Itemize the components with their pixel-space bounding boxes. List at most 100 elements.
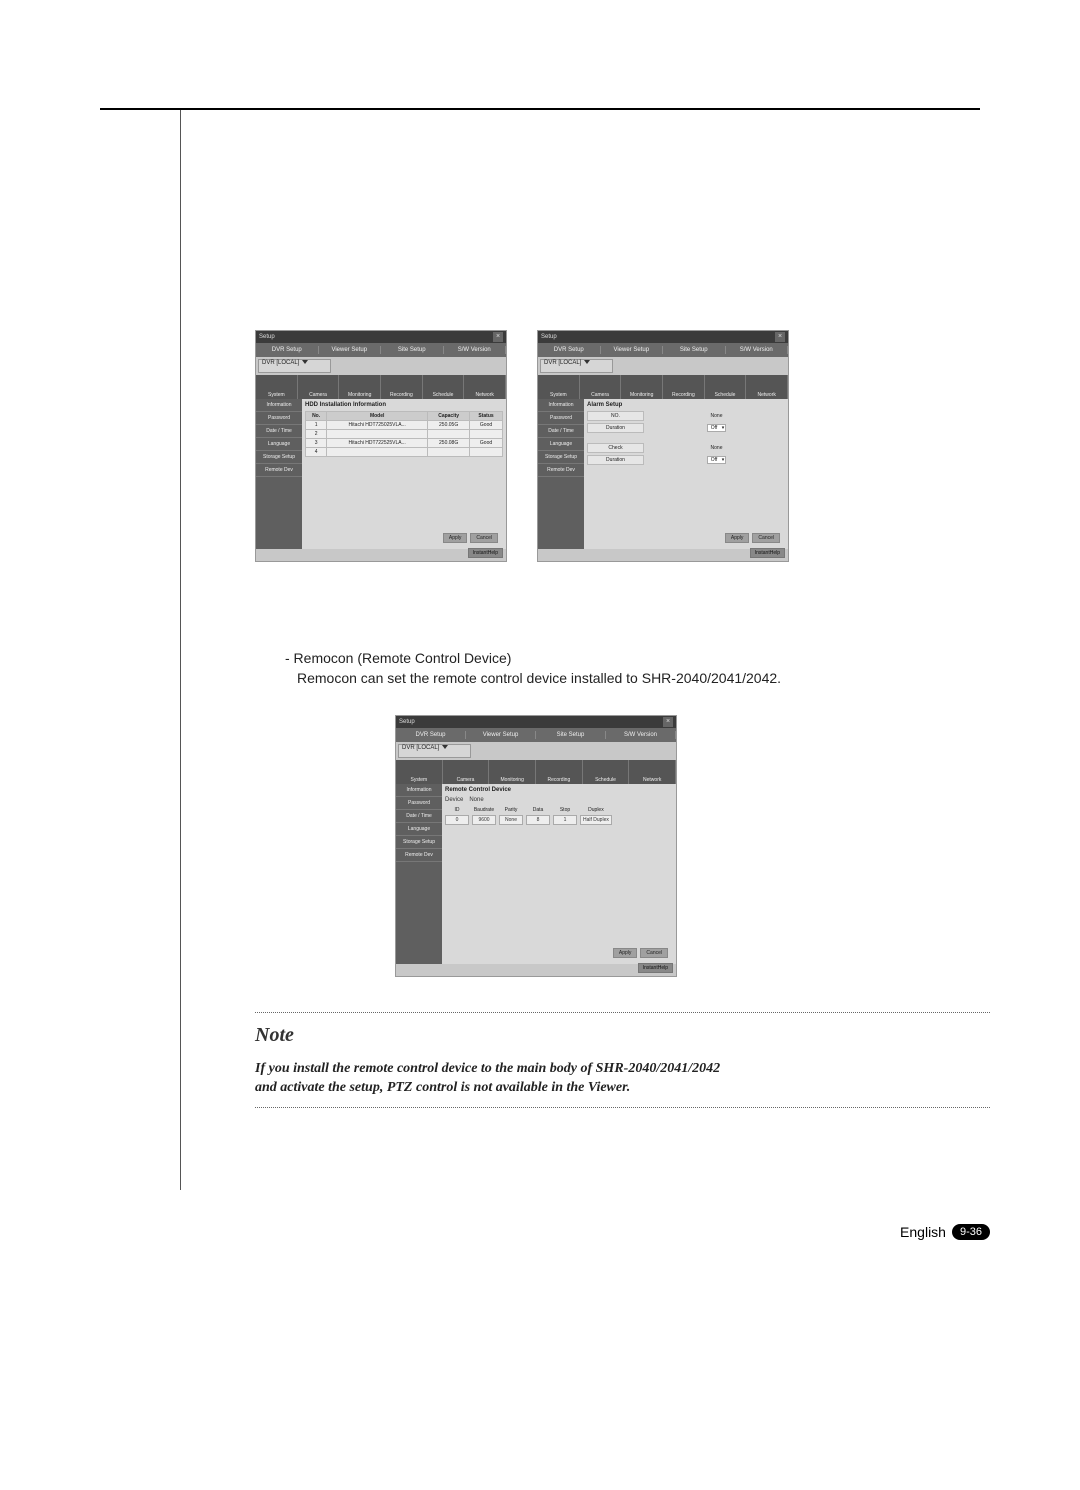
window-title: Setup bbox=[541, 334, 557, 340]
close-icon[interactable]: × bbox=[493, 332, 503, 342]
side-datetime[interactable]: Date / Time bbox=[538, 425, 584, 438]
data-select[interactable]: 8 bbox=[526, 815, 550, 825]
main-tabbar[interactable]: DVR Setup Viewer Setup Site Setup S/W Ve… bbox=[538, 343, 788, 357]
instant-help-button[interactable]: InstantHelp bbox=[638, 963, 673, 973]
alarm-check-value: None bbox=[648, 443, 785, 453]
instant-help-button[interactable]: InstantHelp bbox=[750, 548, 785, 558]
tab-sw-version[interactable]: S/W Version bbox=[726, 346, 789, 354]
remocon-desc: Remocon can set the remote control devic… bbox=[297, 668, 781, 688]
side-information[interactable]: Information bbox=[538, 399, 584, 412]
side-nav[interactable]: Information Password Date / Time Languag… bbox=[256, 399, 302, 549]
parity-select[interactable]: None bbox=[499, 815, 523, 825]
cancel-button[interactable]: Cancel bbox=[640, 948, 668, 958]
alarm-no-label: NO. bbox=[587, 411, 644, 421]
apply-button[interactable]: Apply bbox=[443, 533, 468, 543]
duration-select[interactable]: Off bbox=[707, 456, 727, 464]
id-select[interactable]: 0 bbox=[445, 815, 469, 825]
cat-network[interactable]: Network bbox=[464, 375, 506, 399]
side-nav[interactable]: Information Password Date / Time Languag… bbox=[538, 399, 584, 549]
cat-system[interactable]: System bbox=[396, 760, 443, 784]
side-language[interactable]: Language bbox=[396, 823, 442, 836]
side-language[interactable]: Language bbox=[538, 438, 584, 451]
tab-dvr-setup[interactable]: DVR Setup bbox=[538, 346, 601, 354]
tab-site-setup[interactable]: Site Setup bbox=[381, 346, 444, 354]
note-heading: Note bbox=[255, 1024, 294, 1047]
alarm-no-value: None bbox=[648, 411, 785, 421]
tab-viewer-setup[interactable]: Viewer Setup bbox=[466, 731, 536, 739]
baudrate-select[interactable]: 9600 bbox=[472, 815, 496, 825]
cat-recording[interactable]: Recording bbox=[663, 375, 705, 399]
panel-title: HDD Installation Information bbox=[305, 402, 503, 408]
side-password[interactable]: Password bbox=[396, 797, 442, 810]
duplex-select[interactable]: Half Duplex bbox=[580, 815, 612, 825]
side-remote[interactable]: Remote Dev bbox=[538, 464, 584, 477]
remocon-title: - Remocon (Remote Control Device) bbox=[285, 648, 781, 668]
chevron-down-icon bbox=[302, 360, 308, 364]
cat-schedule[interactable]: Schedule bbox=[583, 760, 630, 784]
side-password[interactable]: Password bbox=[256, 412, 302, 425]
close-icon[interactable]: × bbox=[663, 717, 673, 727]
window-title: Setup bbox=[259, 334, 275, 340]
apply-button[interactable]: Apply bbox=[613, 948, 638, 958]
tab-viewer-setup[interactable]: Viewer Setup bbox=[319, 346, 382, 354]
tab-site-setup[interactable]: Site Setup bbox=[536, 731, 606, 739]
side-remote[interactable]: Remote Dev bbox=[256, 464, 302, 477]
cat-monitoring[interactable]: Monitoring bbox=[489, 760, 536, 784]
cat-network[interactable]: Network bbox=[629, 760, 676, 784]
side-remote[interactable]: Remote Dev bbox=[396, 849, 442, 862]
side-storage[interactable]: Storage Setup bbox=[538, 451, 584, 464]
panel-title: Alarm Setup bbox=[587, 402, 785, 408]
tab-sw-version[interactable]: S/W Version bbox=[444, 346, 507, 354]
duration-select[interactable]: Off bbox=[707, 424, 727, 432]
tab-site-setup[interactable]: Site Setup bbox=[663, 346, 726, 354]
main-tabbar[interactable]: DVR Setup Viewer Setup Site Setup S/W Ve… bbox=[256, 343, 506, 357]
close-icon[interactable]: × bbox=[775, 332, 785, 342]
instant-help-button[interactable]: InstantHelp bbox=[468, 548, 503, 558]
side-datetime[interactable]: Date / Time bbox=[396, 810, 442, 823]
cat-system[interactable]: System bbox=[256, 375, 298, 399]
side-datetime[interactable]: Date / Time bbox=[256, 425, 302, 438]
device-select[interactable]: None bbox=[469, 797, 549, 803]
side-password[interactable]: Password bbox=[538, 412, 584, 425]
category-tabbar[interactable]: System Camera Monitoring Recording Sched… bbox=[538, 375, 788, 399]
side-language[interactable]: Language bbox=[256, 438, 302, 451]
side-information[interactable]: Information bbox=[256, 399, 302, 412]
footer-language: English bbox=[900, 1224, 946, 1240]
page-number-badge: 9-36 bbox=[952, 1224, 990, 1240]
cat-schedule[interactable]: Schedule bbox=[705, 375, 747, 399]
cat-monitoring[interactable]: Monitoring bbox=[621, 375, 663, 399]
side-nav[interactable]: Information Password Date / Time Languag… bbox=[396, 784, 442, 964]
dvr-select[interactable]: DVR [LOCAL] bbox=[540, 359, 613, 373]
table-row: 2 bbox=[306, 430, 503, 439]
side-information[interactable]: Information bbox=[396, 784, 442, 797]
cat-camera[interactable]: Camera bbox=[580, 375, 622, 399]
chevron-down-icon bbox=[584, 360, 590, 364]
side-storage[interactable]: Storage Setup bbox=[256, 451, 302, 464]
dvr-select[interactable]: DVR [LOCAL] bbox=[258, 359, 331, 373]
cat-recording[interactable]: Recording bbox=[536, 760, 583, 784]
tab-dvr-setup[interactable]: DVR Setup bbox=[396, 731, 466, 739]
stop-select[interactable]: 1 bbox=[553, 815, 577, 825]
cancel-button[interactable]: Cancel bbox=[470, 533, 498, 543]
cat-camera[interactable]: Camera bbox=[298, 375, 340, 399]
screenshot-remote-setup: Setup × DVR Setup Viewer Setup Site Setu… bbox=[395, 715, 677, 977]
remote-params: ID0 Baudrate9600 ParityNone Data8 Stop1 … bbox=[445, 807, 673, 825]
cat-schedule[interactable]: Schedule bbox=[423, 375, 465, 399]
cat-system[interactable]: System bbox=[538, 375, 580, 399]
category-tabbar[interactable]: System Camera Monitoring Recording Sched… bbox=[256, 375, 506, 399]
tab-dvr-setup[interactable]: DVR Setup bbox=[256, 346, 319, 354]
chevron-down-icon bbox=[442, 745, 448, 749]
vertical-divider bbox=[180, 110, 181, 1190]
apply-button[interactable]: Apply bbox=[725, 533, 750, 543]
cat-camera[interactable]: Camera bbox=[443, 760, 490, 784]
cat-monitoring[interactable]: Monitoring bbox=[339, 375, 381, 399]
tab-sw-version[interactable]: S/W Version bbox=[606, 731, 676, 739]
dvr-select[interactable]: DVR [LOCAL] bbox=[398, 744, 471, 758]
category-tabbar[interactable]: System Camera Monitoring Recording Sched… bbox=[396, 760, 676, 784]
side-storage[interactable]: Storage Setup bbox=[396, 836, 442, 849]
main-tabbar[interactable]: DVR Setup Viewer Setup Site Setup S/W Ve… bbox=[396, 728, 676, 742]
cancel-button[interactable]: Cancel bbox=[752, 533, 780, 543]
cat-recording[interactable]: Recording bbox=[381, 375, 423, 399]
tab-viewer-setup[interactable]: Viewer Setup bbox=[601, 346, 664, 354]
cat-network[interactable]: Network bbox=[746, 375, 788, 399]
